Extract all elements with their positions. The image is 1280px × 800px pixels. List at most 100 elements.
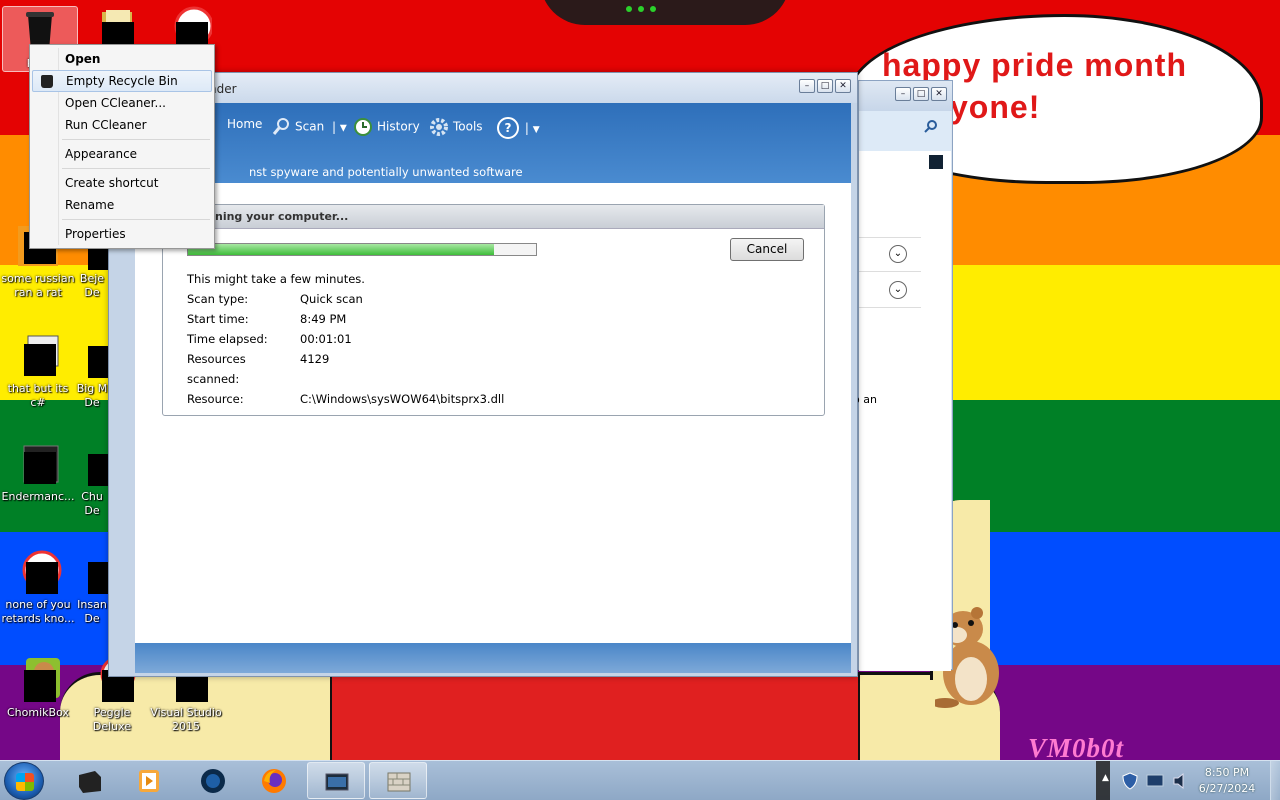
chevron-down-icon[interactable]: ⌄ [889, 245, 907, 263]
help-button[interactable]: ? | ▼ [497, 117, 540, 139]
globe-icon [201, 769, 225, 793]
history-label: History [377, 119, 420, 134]
desktop-icon-none-of-you[interactable]: none of you retards kno... [0, 548, 76, 626]
chomikbox-icon [14, 656, 62, 704]
field-label: Scan type: [187, 292, 249, 306]
field-label: Resource: [187, 392, 244, 406]
desktop-icon-chomikbox[interactable]: ChomikBox [0, 656, 76, 720]
background-window-search-bar[interactable] [859, 111, 951, 151]
minimize-button[interactable]: – [799, 79, 815, 93]
taskbar: ▲ 8:50 PM 6/27/2024 [0, 760, 1280, 800]
menu-item-open[interactable]: Open [32, 48, 212, 70]
folder-dark-icon [14, 440, 62, 488]
windows-defender-window[interactable]: nder – □ ✕ Home Scan | ▼ History Tools ?… [108, 72, 858, 677]
watermark-text: VM0b0t [1028, 733, 1125, 760]
clock-date: 6/27/2024 [1198, 782, 1256, 795]
wallpaper-doodle-head [540, 0, 790, 25]
menu-item-empty-recycle-bin[interactable]: Empty Recycle Bin [32, 70, 212, 92]
taskbar-app-firewall[interactable] [369, 762, 427, 799]
menu-item-appearance[interactable]: Appearance [32, 143, 212, 165]
network-icon[interactable] [1146, 773, 1164, 789]
maximize-button[interactable]: □ [913, 87, 929, 101]
taskbar-clock[interactable]: 8:50 PM 6/27/2024 [1192, 765, 1262, 797]
minimize-button[interactable]: – [895, 87, 911, 101]
peggle-app-icon [14, 548, 62, 596]
defender-content: ning your computer... Cancel This might … [135, 183, 851, 643]
desktop-icon-big-money-deluxe[interactable]: Big M De [72, 332, 112, 410]
window-app-icon [14, 332, 62, 380]
background-window-titlebar[interactable]: – □ ✕ [859, 81, 952, 111]
tools-label: Tools [453, 119, 483, 134]
home-button[interactable]: Home [227, 117, 262, 131]
taskbar-app-black-box[interactable] [60, 762, 118, 799]
scan-dropdown-arrow-icon[interactable]: ▼ [340, 124, 347, 134]
context-menu: Open Empty Recycle Bin Open CCleaner... … [29, 44, 215, 249]
cancel-button[interactable]: Cancel [730, 238, 804, 261]
gear-icon [430, 118, 448, 136]
window-bottom-frame [135, 643, 851, 673]
magnifier-icon [272, 118, 289, 135]
desktop-icon-label: Visual Studio 2015 [150, 706, 222, 733]
doodle-eye [626, 6, 632, 12]
field-label: Start time: [187, 312, 249, 326]
scan-button[interactable]: Scan | ▼ [271, 117, 347, 137]
insaniquarium-icon [72, 548, 112, 596]
window-titlebar[interactable]: nder – □ ✕ [109, 73, 857, 103]
chuzzle-icon [72, 440, 112, 488]
media-player-icon [139, 770, 159, 792]
scan-field-row: Resource: C:\Windows\sysWOW64\bitsprx3.dl… [187, 389, 504, 409]
menu-item-properties[interactable]: Properties [32, 223, 212, 245]
doodle-body-red [330, 675, 860, 760]
start-button[interactable] [4, 762, 44, 800]
field-label: Time elapsed: [187, 332, 268, 346]
menu-item-rename[interactable]: Rename [32, 194, 212, 216]
field-label: Resources scanned: [187, 352, 246, 386]
desktop-icon-that-but-its-c-sharp[interactable]: that but its c# [0, 332, 76, 410]
help-icon: ? [497, 117, 519, 139]
separator: | [524, 121, 529, 135]
field-value: 8:49 PM [300, 312, 347, 326]
taskbar-app-windows-defender[interactable] [307, 762, 365, 799]
scan-progress-fill [188, 244, 495, 255]
history-button[interactable]: History [353, 117, 420, 137]
menu-item-open-ccleaner[interactable]: Open CCleaner... [32, 92, 212, 114]
menu-separator [62, 139, 210, 140]
field-value: Quick scan [300, 292, 363, 306]
big-money-icon [72, 332, 112, 380]
background-window[interactable]: – □ ✕ ⌄ ⌄ o an [853, 80, 953, 671]
taskbar-app-globe[interactable] [184, 762, 242, 799]
volume-icon[interactable] [1172, 772, 1188, 790]
scan-panel-title: ning your computer... [163, 205, 824, 229]
menu-item-run-ccleaner[interactable]: Run CCleaner [32, 114, 212, 136]
chevron-down-icon[interactable]: ⌄ [889, 281, 907, 299]
brick-wall-icon [387, 772, 411, 792]
close-button[interactable]: ✕ [835, 79, 851, 93]
scan-field-row: Scan type: Quick scan [187, 289, 504, 309]
clock-time: 8:50 PM [1204, 766, 1250, 779]
show-hidden-icons-icon[interactable]: ▲ [1102, 773, 1109, 783]
recycle-bin-icon [41, 75, 53, 88]
doodle-eye [638, 6, 644, 12]
taskbar-app-firefox[interactable] [245, 762, 303, 799]
background-window-body: ⌄ ⌄ o an [853, 151, 951, 671]
search-icon[interactable] [923, 119, 939, 135]
desktop-icon-endermanch[interactable]: Endermanc... [0, 440, 76, 504]
shield-icon[interactable] [1122, 772, 1138, 790]
scan-info: This might take a few minutes. Scan type… [187, 269, 504, 409]
menu-separator [62, 219, 210, 220]
tools-button[interactable]: Tools [429, 117, 483, 137]
menu-item-create-shortcut[interactable]: Create shortcut [32, 172, 212, 194]
firefox-icon [262, 769, 286, 793]
scan-progress-bar [187, 243, 537, 256]
maximize-button[interactable]: □ [817, 79, 833, 93]
desktop-icon-label: ChomikBox [7, 706, 69, 719]
desktop-icon-insaniquarium-deluxe[interactable]: Insan De [72, 548, 112, 626]
desktop-icon-label: Endermanc... [1, 490, 75, 503]
scan-field-row: Time elapsed: 00:01:01 [187, 329, 504, 349]
close-button[interactable]: ✕ [931, 87, 947, 101]
help-dropdown-arrow-icon[interactable]: ▼ [533, 125, 540, 135]
show-desktop-button[interactable] [1270, 761, 1280, 800]
desktop-icon-label: Chu De [81, 490, 103, 517]
desktop-icon-chuzzle-deluxe[interactable]: Chu De [72, 440, 112, 518]
taskbar-app-media-player[interactable] [120, 762, 178, 799]
